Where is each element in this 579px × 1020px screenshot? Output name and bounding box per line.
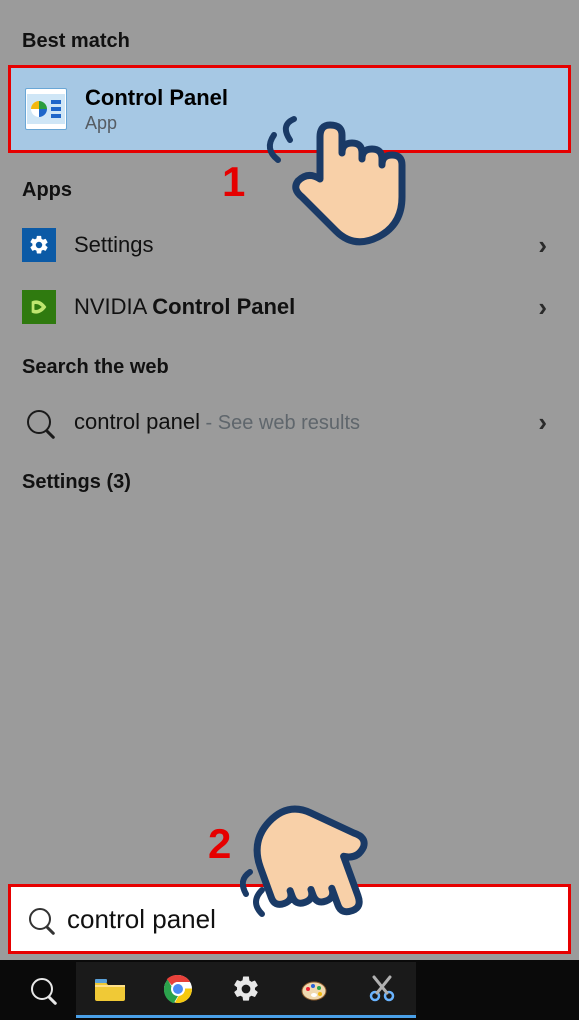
chevron-right-icon: › [538, 407, 557, 438]
best-match-title: Control Panel [85, 85, 228, 111]
section-header-search-web: Search the web [0, 344, 579, 391]
section-header-settings: Settings (3) [0, 459, 579, 506]
web-query: control panel [74, 409, 200, 434]
chrome-icon [162, 973, 194, 1005]
app-result-label: NVIDIA Control Panel [74, 294, 538, 320]
chevron-right-icon: › [538, 292, 557, 323]
taskbar-snip[interactable] [348, 962, 416, 1018]
search-icon [31, 978, 53, 1000]
section-header-apps: Apps [0, 167, 579, 214]
paint-icon [298, 973, 330, 1005]
taskbar-search[interactable] [8, 962, 76, 1018]
web-result[interactable]: control panel - See web results › [0, 391, 579, 453]
label-bold: Control Panel [152, 294, 295, 319]
control-panel-icon [25, 88, 67, 130]
search-input[interactable] [67, 904, 550, 935]
folder-icon [93, 975, 127, 1003]
search-box[interactable] [8, 884, 571, 954]
snip-icon [366, 973, 398, 1005]
taskbar-chrome[interactable] [144, 962, 212, 1018]
label-prefix: NVIDIA [74, 294, 152, 319]
taskbar [0, 960, 579, 1020]
app-result-nvidia[interactable]: NVIDIA Control Panel › [0, 276, 579, 338]
start-search-panel: Best match Control Panel App Apps [0, 0, 579, 960]
taskbar-paint[interactable] [280, 962, 348, 1018]
web-suffix: - See web results [200, 412, 360, 434]
gear-icon [231, 974, 261, 1004]
app-result-label: Settings [74, 232, 538, 258]
search-icon [29, 908, 51, 930]
taskbar-file-explorer[interactable] [76, 962, 144, 1018]
settings-icon [22, 228, 56, 262]
search-icon [22, 405, 56, 439]
web-result-label: control panel - See web results [74, 409, 538, 435]
app-result-settings[interactable]: Settings › [0, 214, 579, 276]
annotation-number-2: 2 [208, 820, 231, 868]
annotation-number-1: 1 [222, 158, 245, 206]
taskbar-settings[interactable] [212, 962, 280, 1018]
chevron-right-icon: › [538, 230, 557, 261]
best-match-result[interactable]: Control Panel App [8, 65, 571, 153]
best-match-text: Control Panel App [85, 85, 228, 134]
section-header-best-match: Best match [0, 18, 579, 65]
nvidia-icon [22, 290, 56, 324]
best-match-subtitle: App [85, 113, 228, 134]
